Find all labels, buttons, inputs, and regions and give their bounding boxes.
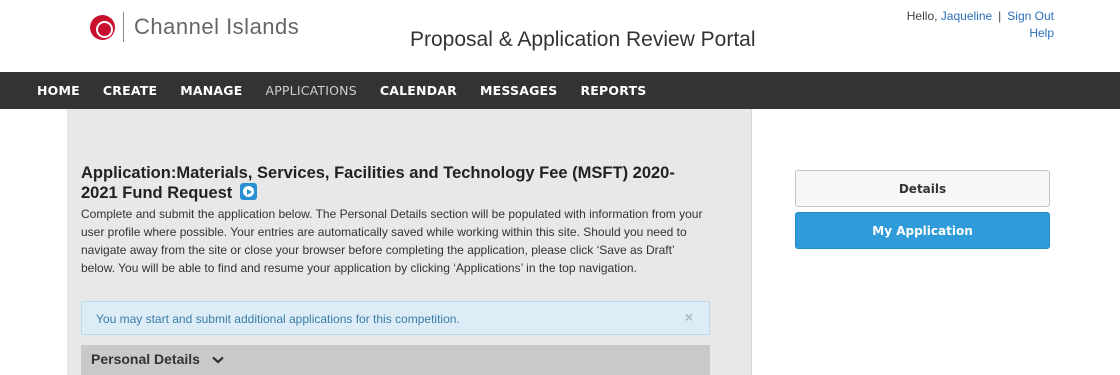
logo-divider (123, 12, 124, 42)
user-links: Hello, Jaqueline | Sign Out Help (907, 8, 1054, 42)
my-application-button[interactable]: My Application (795, 212, 1050, 249)
site-header: Channel Islands Proposal & Application R… (0, 0, 1120, 72)
personal-details-section-toggle[interactable]: Personal Details (81, 345, 710, 375)
nav-home[interactable]: HOME (37, 83, 80, 98)
info-alert: You may start and submit additional appl… (81, 301, 710, 335)
application-instructions: Complete and submit the application belo… (81, 207, 703, 275)
application-title: Application:Materials, Services, Facilit… (81, 164, 681, 203)
help-link[interactable]: Help (1029, 26, 1054, 40)
application-panel: Application:Materials, Services, Facilit… (67, 109, 752, 375)
nav-manage[interactable]: MANAGE (180, 83, 242, 98)
details-button[interactable]: Details (795, 170, 1050, 207)
nav-reports[interactable]: REPORTS (580, 83, 646, 98)
logo-text: Channel Islands (134, 14, 300, 39)
chevron-down-icon (212, 353, 224, 367)
greeting-text: Hello, (906, 9, 938, 23)
close-icon[interactable]: × (685, 309, 693, 325)
main-navigation: HOME CREATE MANAGE APPLICATIONS CALENDAR… (0, 72, 1120, 109)
sign-out-link[interactable]: Sign Out (1007, 9, 1054, 23)
section-title: Personal Details (91, 351, 200, 367)
site-logo[interactable]: Channel Islands (90, 12, 299, 42)
nav-messages[interactable]: MESSAGES (480, 83, 558, 98)
user-name-link[interactable]: Jaqueline (941, 9, 992, 23)
csuci-seal-icon (90, 14, 115, 40)
side-panel: Details My Application (795, 170, 1050, 254)
link-separator: | (998, 9, 1002, 23)
application-title-text: Application:Materials, Services, Facilit… (81, 164, 675, 202)
nav-applications[interactable]: APPLICATIONS (265, 83, 356, 98)
nav-create[interactable]: CREATE (103, 83, 157, 98)
nav-calendar[interactable]: CALENDAR (380, 83, 457, 98)
portal-title: Proposal & Application Review Portal (410, 28, 756, 51)
alert-message: You may start and submit additional appl… (96, 312, 460, 326)
play-video-icon[interactable] (239, 183, 257, 200)
